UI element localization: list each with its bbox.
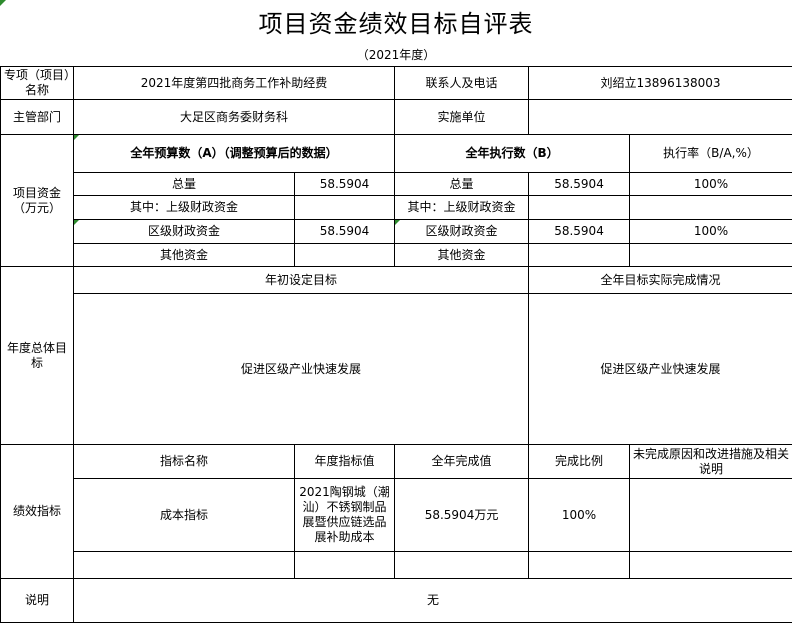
rate-other-value[interactable]: [629, 243, 792, 267]
kpi-empty-cell[interactable]: [293, 551, 396, 579]
goals-initial-header: 年初设定目标: [72, 266, 530, 294]
exec-upper-value[interactable]: [528, 195, 631, 220]
dept-value[interactable]: 大足区商务委财务科: [72, 99, 396, 135]
project-name-label: 专项（项目）名称: [0, 66, 74, 100]
rate-header: 执行率（B/A,%）: [629, 134, 792, 173]
kpi-actual[interactable]: 58.5904万元: [394, 478, 530, 552]
funds-header-row: 项目资金（万元） 全年预算数（A）（调整预算后的数据） 全年执行数（B） 执行率…: [0, 134, 792, 267]
funds-row: 区级财政资金 58.5904 区级财政资金 58.5904 100%: [1, 219, 792, 244]
exec-total-label: 总量: [394, 172, 530, 196]
exec-district-label: 区级财政资金: [394, 219, 530, 244]
kpi-empty-cell[interactable]: [73, 551, 295, 579]
evaluation-sheet: 项目资金绩效目标自评表 （2021年度） 专项（项目）名称 2021年度第四批商…: [0, 0, 792, 630]
goals-section-label: 年度总体目标: [0, 266, 74, 445]
goals-header-row: 年度总体目标 年初设定目标 全年目标实际完成情况: [0, 266, 792, 445]
kpi-col-ratio: 完成比例: [528, 444, 631, 479]
contact-label: 联系人及电话: [394, 66, 530, 100]
table-row: 成本指标 2021陶钢城（潮汕）不锈钢制品展暨供应链选品展补助成本 58.590…: [1, 478, 792, 552]
budget-other-label: 其他资金: [73, 243, 295, 267]
exec-total-value[interactable]: 58.5904: [528, 172, 631, 196]
remark-row: 说明 无: [0, 578, 792, 623]
exec-district-value[interactable]: 58.5904: [528, 219, 631, 244]
form-year: （2021年度）: [356, 47, 436, 62]
kpi-empty-cell[interactable]: [394, 551, 530, 579]
kpi-header-row: 绩效指标 指标名称 年度指标值 全年完成值 完成比例 未完成原因和改进措施及相关…: [0, 444, 792, 579]
budget-header: 全年预算数（A）（调整预算后的数据）: [72, 134, 396, 173]
budget-district-value[interactable]: 58.5904: [293, 219, 396, 244]
kpi-note[interactable]: [629, 478, 792, 552]
budget-district-label: 区级财政资金: [73, 219, 295, 244]
remark-label: 说明: [0, 578, 74, 623]
kpi-col-target: 年度指标值: [293, 444, 396, 479]
kpi-name[interactable]: 成本指标: [73, 478, 295, 552]
goals-actual-header: 全年目标实际完成情况: [528, 266, 792, 294]
table-row: [1, 551, 792, 579]
remark-value[interactable]: 无: [72, 578, 792, 623]
kpi-empty-cell[interactable]: [528, 551, 631, 579]
dept-label: 主管部门: [0, 99, 74, 135]
kpi-ratio[interactable]: 100%: [528, 478, 631, 552]
impl-value[interactable]: [528, 99, 792, 135]
kpi-empty-cell[interactable]: [629, 551, 792, 579]
kpi-target[interactable]: 2021陶钢城（潮汕）不锈钢制品展暨供应链选品展补助成本: [293, 478, 396, 552]
evaluation-table: 专项（项目）名称 2021年度第四批商务工作补助经费 联系人及电话 刘绍立138…: [0, 66, 792, 623]
kpi-col-actual: 全年完成值: [394, 444, 530, 479]
rate-total-value[interactable]: 100%: [629, 172, 792, 196]
budget-total-label: 总量: [73, 172, 295, 196]
funds-row: 总量 58.5904 总量 58.5904 100%: [1, 172, 792, 196]
funds-section-label: 项目资金（万元）: [0, 134, 74, 267]
rate-upper-value[interactable]: [629, 195, 792, 220]
funds-row: 其中：上级财政资金 其中：上级财政资金: [1, 195, 792, 220]
funds-row: 其他资金 其他资金: [1, 243, 792, 267]
impl-label: 实施单位: [394, 99, 530, 135]
exec-header: 全年执行数（B）: [394, 134, 631, 173]
goals-actual-text[interactable]: 促进区级产业快速发展: [528, 293, 792, 445]
goals-initial-text[interactable]: 促进区级产业快速发展: [72, 293, 530, 445]
kpi-col-note: 未完成原因和改进措施及相关说明: [629, 444, 792, 479]
budget-total-value[interactable]: 58.5904: [293, 172, 396, 196]
project-name-value[interactable]: 2021年度第四批商务工作补助经费: [72, 66, 396, 100]
kpi-section-label: 绩效指标: [0, 444, 74, 579]
budget-other-value[interactable]: [293, 243, 396, 267]
exec-other-label: 其他资金: [394, 243, 530, 267]
budget-upper-value[interactable]: [293, 195, 396, 220]
contact-value[interactable]: 刘绍立13896138003: [528, 66, 792, 100]
department-row: 主管部门 大足区商务委财务科 实施单位: [0, 99, 792, 135]
kpi-col-name: 指标名称: [73, 444, 295, 479]
rate-district-value[interactable]: 100%: [629, 219, 792, 244]
goals-body-row: 促进区级产业快速发展 促进区级产业快速发展: [1, 293, 792, 445]
project-name-row: 专项（项目）名称 2021年度第四批商务工作补助经费 联系人及电话 刘绍立138…: [0, 66, 792, 100]
exec-upper-label: 其中：上级财政资金: [394, 195, 530, 220]
budget-upper-label: 其中：上级财政资金: [73, 195, 295, 220]
exec-other-value[interactable]: [528, 243, 631, 267]
form-title: 项目资金绩效目标自评表: [258, 9, 534, 38]
